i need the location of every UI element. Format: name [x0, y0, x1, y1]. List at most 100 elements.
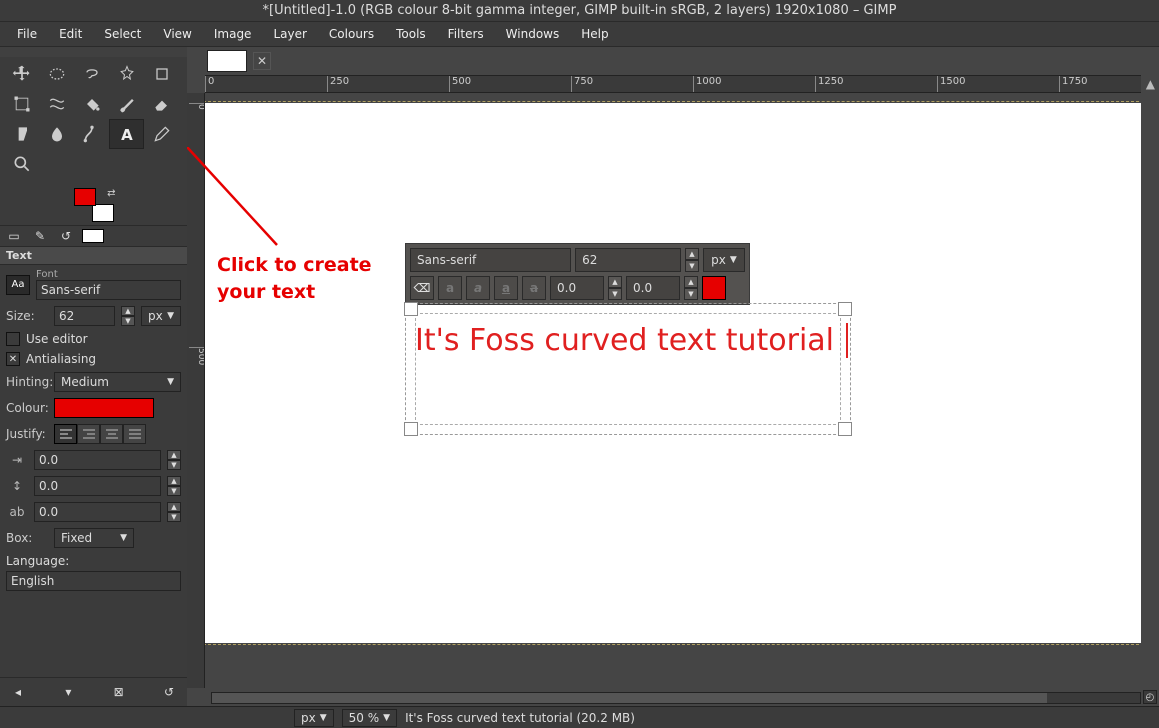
indent-spinner[interactable]: ▲▼ [167, 450, 181, 470]
line-spacing-icon: ↕ [6, 479, 28, 493]
indent-field[interactable]: 0.0 [34, 450, 161, 470]
ost-baseline-field[interactable]: 0.0 [550, 276, 604, 300]
box-select[interactable]: Fixed▼ [54, 528, 134, 548]
font-field[interactable]: Sans-serif [36, 280, 181, 300]
menu-help[interactable]: Help [570, 23, 619, 45]
menu-view[interactable]: View [152, 23, 202, 45]
status-message: It's Foss curved text tutorial (20.2 MB) [405, 711, 635, 725]
menu-colours[interactable]: Colours [318, 23, 385, 45]
ost-font-field[interactable]: Sans-serif [410, 248, 571, 272]
menu-select[interactable]: Select [93, 23, 152, 45]
ost-underline-button[interactable]: a [494, 276, 518, 300]
ruler-tick: 0 [189, 103, 205, 110]
smudge-tool[interactable] [39, 119, 74, 149]
ost-bold-button[interactable]: a [438, 276, 462, 300]
text-tool[interactable]: A [109, 119, 144, 149]
path-tool[interactable] [74, 119, 109, 149]
ruler-tick: 750 [571, 76, 593, 92]
canvas-area: ✕ 02505007501000125015001750 0500 Sans-s… [187, 47, 1159, 706]
vertical-ruler[interactable]: 0500 [187, 93, 205, 688]
status-unit-select[interactable]: px▼ [294, 709, 334, 727]
size-spinner[interactable]: ▲▼ [121, 306, 135, 326]
menu-tools[interactable]: Tools [385, 23, 437, 45]
image-canvas[interactable]: Sans-serif 62 ▲▼ px ▼ ⌫ a a a a 0.0 ▲▼ 0… [205, 93, 1141, 688]
ost-size-field[interactable]: 62 [575, 248, 681, 272]
menu-layer[interactable]: Layer [262, 23, 317, 45]
reset-options-icon[interactable]: ↺ [157, 682, 181, 702]
handle-top-right[interactable] [838, 302, 852, 316]
line-spacing-field[interactable]: 0.0 [34, 476, 161, 496]
letter-spacing-field[interactable]: 0.0 [34, 502, 161, 522]
ellipse-select-tool[interactable] [39, 59, 74, 89]
navigation-panner[interactable]: ◴ [1143, 690, 1157, 704]
menu-edit[interactable]: Edit [48, 23, 93, 45]
history-tab-icon[interactable]: ↺ [56, 228, 76, 244]
fg-bg-colors[interactable]: ⇄ [74, 188, 114, 222]
size-unit-select[interactable]: px▼ [141, 306, 181, 326]
ost-baseline-spinner[interactable]: ▲▼ [608, 276, 622, 300]
text-layer-bbox[interactable]: It's Foss curved text tutorial [405, 303, 851, 435]
transform-tool[interactable] [4, 89, 39, 119]
ost-italic-button[interactable]: a [466, 276, 490, 300]
menu-filters[interactable]: Filters [437, 23, 495, 45]
ost-strike-button[interactable]: a [522, 276, 546, 300]
zoom-tool[interactable] [4, 149, 39, 179]
text-colour-swatch[interactable] [54, 398, 154, 418]
menu-file[interactable]: File [6, 23, 48, 45]
tool-options-title: Text [0, 247, 187, 265]
horizontal-ruler[interactable]: 02505007501000125015001750 [205, 75, 1141, 93]
color-picker-tool[interactable] [144, 119, 179, 149]
eraser-tool[interactable] [144, 89, 179, 119]
palette-tab-icon[interactable] [82, 229, 104, 243]
save-options-icon[interactable]: ▾ [56, 682, 80, 702]
warp-tool[interactable] [39, 89, 74, 119]
device-tab-icon[interactable]: ✎ [30, 228, 50, 244]
annotation-text: Click to createyour text [217, 252, 372, 305]
hinting-select[interactable]: Medium▼ [54, 372, 181, 392]
justify-left-button[interactable] [54, 424, 77, 444]
box-label: Box: [6, 531, 48, 545]
ost-kern-field[interactable]: 0.0 [626, 276, 680, 300]
dock-menu-icon[interactable]: ◂ [6, 682, 30, 702]
handle-top-left[interactable] [404, 302, 418, 316]
delete-options-icon[interactable]: ⊠ [107, 682, 131, 702]
text-layer-content[interactable]: It's Foss curved text tutorial [415, 323, 848, 358]
menu-image[interactable]: Image [203, 23, 263, 45]
horizontal-scrollbar[interactable] [211, 692, 1141, 704]
paintbrush-tool[interactable] [109, 89, 144, 119]
nav-pan-icon[interactable]: ▲ [1146, 77, 1155, 91]
handle-bottom-right[interactable] [838, 422, 852, 436]
size-field[interactable]: 62 [54, 306, 115, 326]
ost-clear-button[interactable]: ⌫ [410, 276, 434, 300]
antialias-checkbox[interactable]: ✕ [6, 352, 20, 366]
justify-fill-button[interactable] [123, 424, 146, 444]
ost-colour-swatch[interactable] [702, 276, 726, 300]
document-tab-thumb[interactable] [207, 50, 247, 72]
justify-right-button[interactable] [77, 424, 100, 444]
language-field[interactable]: English [6, 571, 181, 591]
font-icon: Aa [6, 275, 30, 295]
ost-unit-select[interactable]: px ▼ [703, 248, 745, 272]
tool-options-tab-icon[interactable]: ▭ [4, 228, 24, 244]
clone-tool[interactable] [4, 119, 39, 149]
ost-size-spinner[interactable]: ▲▼ [685, 248, 699, 272]
justify-center-button[interactable] [100, 424, 123, 444]
left-dock: A ⇄ ▭ ✎ ↺ Text Aa Font Sans-serif [0, 47, 187, 706]
status-zoom-select[interactable]: 50 %▼ [342, 709, 397, 727]
document-tab-close[interactable]: ✕ [253, 52, 271, 70]
hinting-label: Hinting: [6, 375, 48, 389]
menu-windows[interactable]: Windows [495, 23, 571, 45]
swap-colors-icon[interactable]: ⇄ [107, 188, 115, 199]
letter-spacing-spinner[interactable]: ▲▼ [167, 502, 181, 522]
line-spacing-spinner[interactable]: ▲▼ [167, 476, 181, 496]
move-tool[interactable] [4, 59, 39, 89]
colour-label: Colour: [6, 401, 48, 415]
use-editor-checkbox[interactable] [6, 332, 20, 346]
ost-kern-spinner[interactable]: ▲▼ [684, 276, 698, 300]
fuzzy-select-tool[interactable] [109, 59, 144, 89]
handle-bottom-left[interactable] [404, 422, 418, 436]
crop-tool[interactable] [144, 59, 179, 89]
lasso-tool[interactable] [74, 59, 109, 89]
bucket-fill-tool[interactable] [74, 89, 109, 119]
status-bar: px▼ 50 %▼ It's Foss curved text tutorial… [0, 706, 1159, 728]
